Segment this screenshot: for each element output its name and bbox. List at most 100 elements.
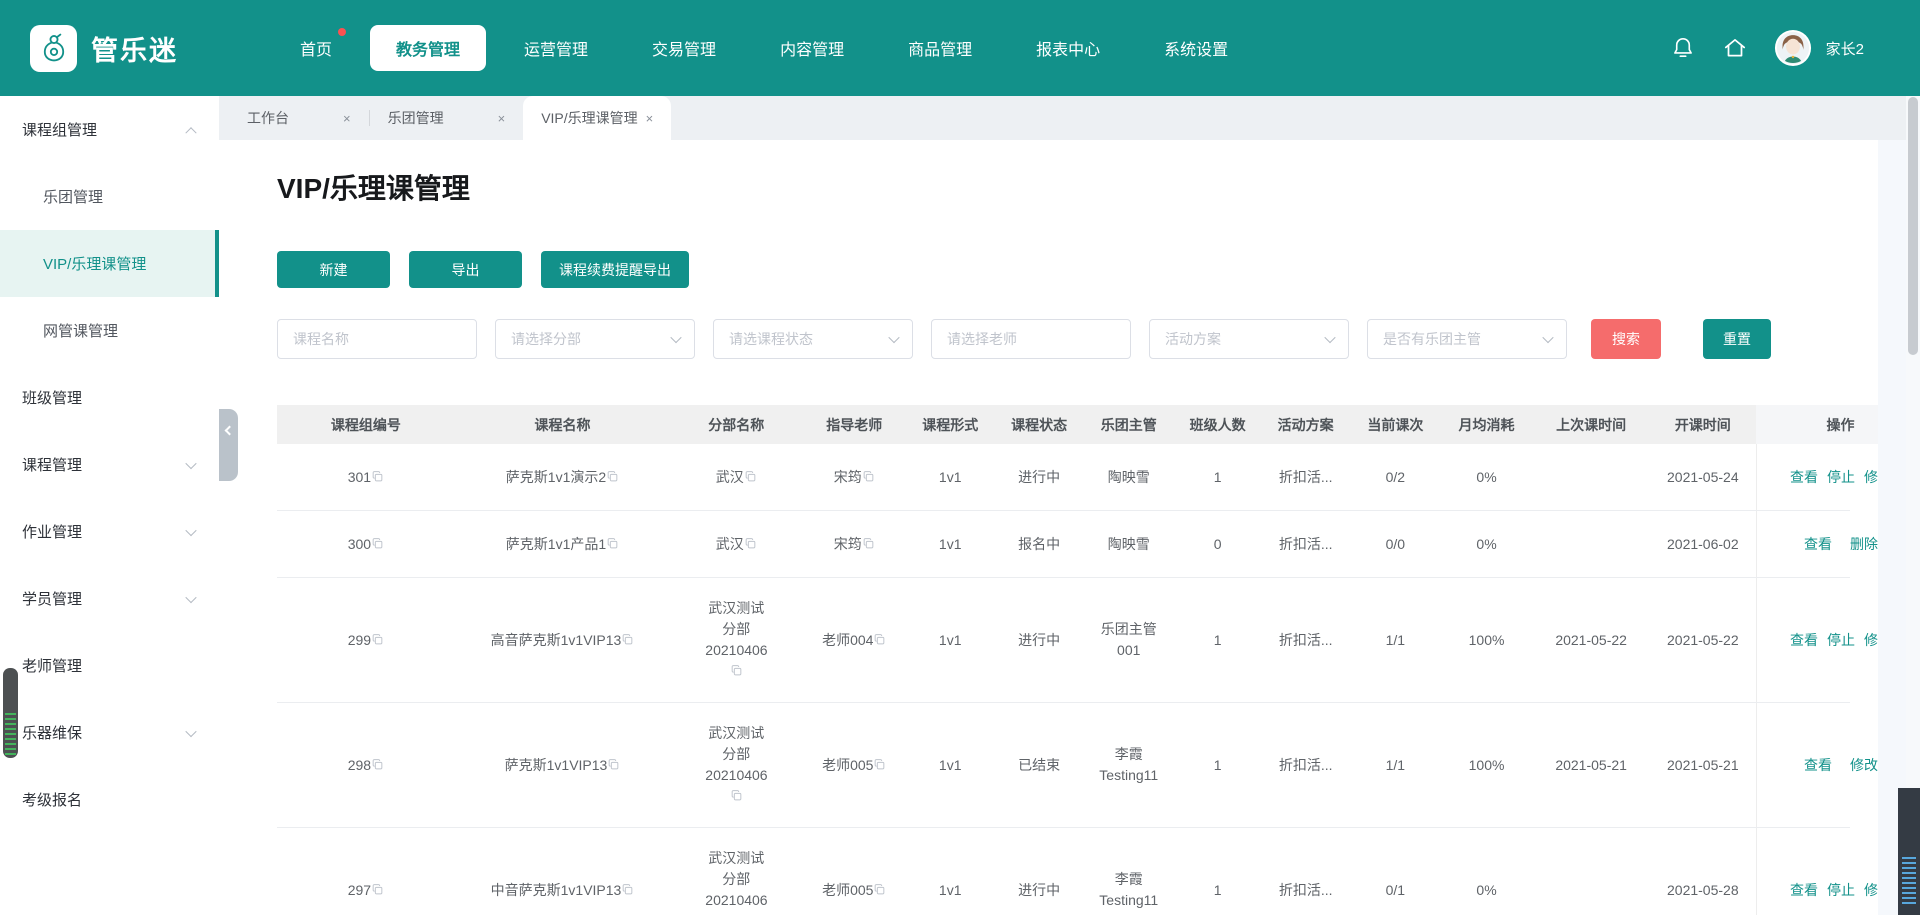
filter-input-1[interactable]: [277, 319, 477, 359]
filter-input-4[interactable]: [931, 319, 1131, 359]
sidebar-item-label: 课程管理: [22, 454, 82, 475]
sidebar-subitem-1-1[interactable]: 乐团管理: [0, 163, 219, 230]
operation-link[interactable]: 查看: [1804, 755, 1832, 776]
scroll-grip-stripes: [5, 713, 16, 755]
copy-icon[interactable]: [607, 758, 620, 771]
sidebar-item-6[interactable]: 老师管理: [0, 632, 219, 699]
nav-item-1[interactable]: 首页: [274, 25, 358, 71]
copy-icon[interactable]: [862, 537, 875, 550]
sidebar-subitem-1-3[interactable]: 网管课管理: [0, 297, 219, 364]
reset-button[interactable]: 重置: [1703, 319, 1771, 359]
nav-item-4[interactable]: 交易管理: [626, 25, 742, 71]
copy-icon[interactable]: [371, 633, 384, 646]
sidebar-collapse-handle[interactable]: [219, 409, 238, 481]
operation-link[interactable]: 查看: [1790, 880, 1818, 901]
copy-icon[interactable]: [862, 470, 875, 483]
operation-link[interactable]: 停止: [1827, 880, 1855, 901]
cell-text: 武汉测试分部20210406: [705, 723, 767, 807]
cell-operations: 查看修改: [1756, 703, 1878, 827]
sidebar-subitem-1-2[interactable]: VIP/乐理课管理: [0, 230, 219, 297]
tab-close-icon[interactable]: ×: [498, 111, 506, 126]
nav-item-7[interactable]: 报表中心: [1010, 25, 1126, 71]
cell-text: 0/2: [1386, 467, 1405, 488]
tab-close-icon[interactable]: ×: [343, 111, 351, 126]
copy-icon[interactable]: [621, 883, 634, 896]
sidebar-item-5[interactable]: 学员管理: [0, 565, 219, 632]
cell-text: 折扣活...: [1279, 880, 1333, 901]
topbar-right: 家长2: [1670, 29, 1864, 67]
operation-link[interactable]: 停止: [1827, 630, 1855, 651]
copy-icon[interactable]: [730, 789, 743, 802]
operation-link[interactable]: 修改: [1850, 755, 1878, 776]
copy-icon[interactable]: [371, 758, 384, 771]
nav-item-5[interactable]: 内容管理: [754, 25, 870, 71]
user-avatar[interactable]: [1774, 29, 1812, 67]
action-button-2[interactable]: 导出: [409, 251, 522, 288]
cell-text: 0%: [1476, 880, 1496, 901]
app-logo[interactable]: [30, 25, 77, 72]
operation-link[interactable]: 修改: [1864, 880, 1878, 901]
nav-item-3[interactable]: 运营管理: [498, 25, 614, 71]
tab-1[interactable]: 工作台×: [229, 96, 369, 140]
copy-icon[interactable]: [873, 883, 886, 896]
operation-link[interactable]: 查看: [1790, 467, 1818, 488]
notifications-bell-icon[interactable]: [1670, 35, 1696, 61]
username-label[interactable]: 家长2: [1826, 38, 1864, 59]
page-scrollbar-thumb[interactable]: [1908, 97, 1918, 355]
bottom-right-scrollbar-widget[interactable]: [1898, 788, 1920, 915]
operation-link[interactable]: 删除: [1850, 534, 1878, 555]
copy-icon[interactable]: [873, 758, 886, 771]
tab-2[interactable]: 乐团管理×: [370, 96, 524, 140]
operation-link[interactable]: 查看: [1790, 630, 1818, 651]
cell-teacher: 老师005: [802, 857, 906, 915]
nav-item-6[interactable]: 商品管理: [882, 25, 998, 71]
copy-icon[interactable]: [621, 633, 634, 646]
cell-plan: 折扣活...: [1262, 857, 1350, 915]
cell-teacher: 老师005: [802, 732, 906, 798]
cell-text: 2021-05-21: [1555, 755, 1627, 776]
filter-select-2[interactable]: 请选择分部: [495, 319, 695, 359]
cell-text: 宋筠: [834, 467, 875, 488]
sidebar-item-3[interactable]: 课程管理: [0, 431, 219, 498]
nav-item-8[interactable]: 系统设置: [1138, 25, 1254, 71]
cell-text: 报名中: [1018, 534, 1060, 555]
tab-3[interactable]: VIP/乐理课管理×: [523, 96, 671, 140]
operation-link[interactable]: 修改: [1864, 630, 1878, 651]
action-button-1[interactable]: 新建: [277, 251, 390, 288]
copy-icon[interactable]: [744, 537, 757, 550]
copy-icon[interactable]: [371, 470, 384, 483]
tab-close-icon[interactable]: ×: [646, 111, 654, 126]
cell-teacher: 老师004: [802, 607, 906, 673]
sidebar-item-1[interactable]: 课程组管理: [0, 96, 219, 163]
cell-id: 297: [277, 857, 455, 915]
filter-select-3[interactable]: 请选课程状态: [713, 319, 913, 359]
bottom-left-scrollbar-widget[interactable]: [3, 668, 18, 758]
copy-icon[interactable]: [606, 470, 619, 483]
copy-icon[interactable]: [730, 664, 743, 677]
search-button[interactable]: 搜索: [1591, 319, 1661, 359]
copy-icon[interactable]: [744, 470, 757, 483]
operation-link[interactable]: 停止: [1827, 467, 1855, 488]
operation-link[interactable]: 查看: [1804, 534, 1832, 555]
cell-text: 进行中: [1018, 467, 1060, 488]
sidebar-item-4[interactable]: 作业管理: [0, 498, 219, 565]
cell-name: 萨克斯1v1演示2: [455, 444, 671, 510]
filter-select-5[interactable]: 活动方案: [1149, 319, 1349, 359]
copy-icon[interactable]: [873, 633, 886, 646]
sidebar-subitem-label: 乐团管理: [43, 186, 103, 207]
cell-text: 2021-05-21: [1667, 755, 1739, 776]
nav-item-2[interactable]: 教务管理: [370, 25, 486, 71]
action-button-3[interactable]: 课程续费提醒导出: [541, 251, 689, 288]
sidebar-item-8[interactable]: 考级报名: [0, 766, 219, 833]
chevron-down-icon: [185, 457, 196, 468]
copy-icon[interactable]: [606, 537, 619, 550]
home-icon[interactable]: [1722, 35, 1748, 61]
copy-icon[interactable]: [371, 883, 384, 896]
filter-select-6[interactable]: 是否有乐团主管: [1367, 319, 1567, 359]
column-header: 班级人数: [1174, 405, 1262, 444]
sidebar-item-2[interactable]: 班级管理: [0, 364, 219, 431]
cell-id: 298: [277, 732, 455, 798]
sidebar-item-7[interactable]: 乐器维保: [0, 699, 219, 766]
copy-icon[interactable]: [371, 537, 384, 550]
operation-link[interactable]: 修改: [1864, 467, 1878, 488]
